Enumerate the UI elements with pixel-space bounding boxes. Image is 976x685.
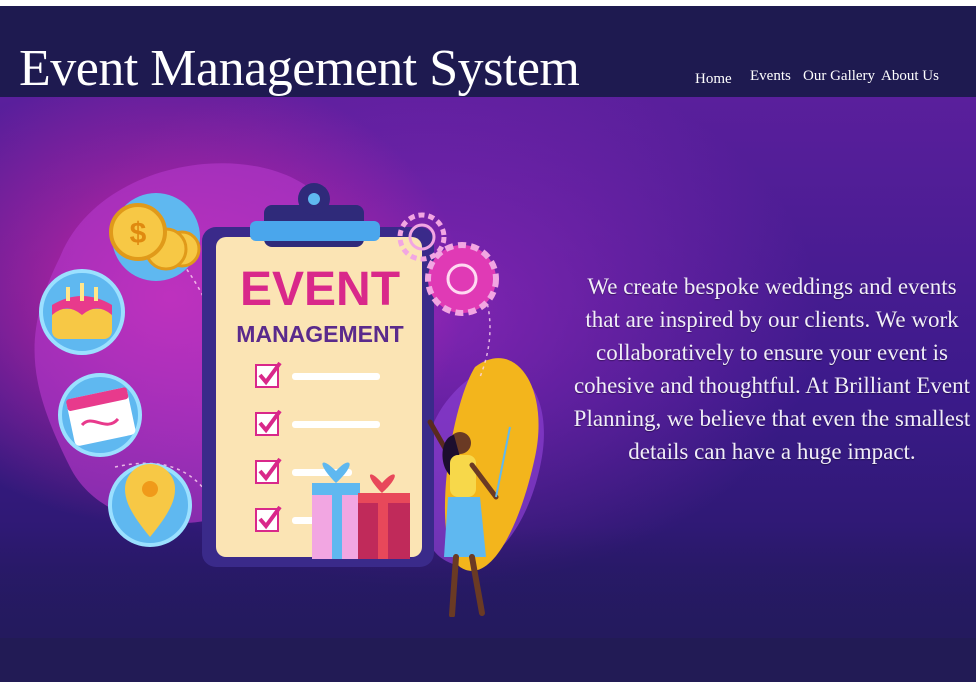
calendar-icon [58, 373, 142, 457]
navbar: Event Management System Home Events Our … [0, 6, 976, 97]
nav-about-link[interactable]: About Us [881, 66, 939, 86]
location-pin-icon [108, 463, 192, 547]
intro-paragraph: We create bespoke weddings and events th… [573, 274, 971, 464]
hero-banner: $ EVENT MANAGEMENT We create bespoke wed… [0, 97, 976, 638]
page-frame: Event Management System Home Events Our … [0, 6, 976, 682]
nav-gallery-link[interactable]: Our Gallery [803, 66, 875, 86]
svg-text:$: $ [130, 217, 147, 250]
birthday-cake-icon [39, 269, 125, 355]
clipboard-title: EVENT [240, 263, 400, 316]
nav-events-link[interactable]: Events [750, 66, 791, 86]
nav-home-link[interactable]: Home [695, 69, 732, 89]
event-management-illustration: $ EVENT MANAGEMENT [34, 163, 544, 617]
nav-links: Home Events Our Gallery About Us [0, 66, 976, 90]
clipboard-subtitle: MANAGEMENT [236, 321, 403, 347]
footer-band [0, 638, 976, 682]
